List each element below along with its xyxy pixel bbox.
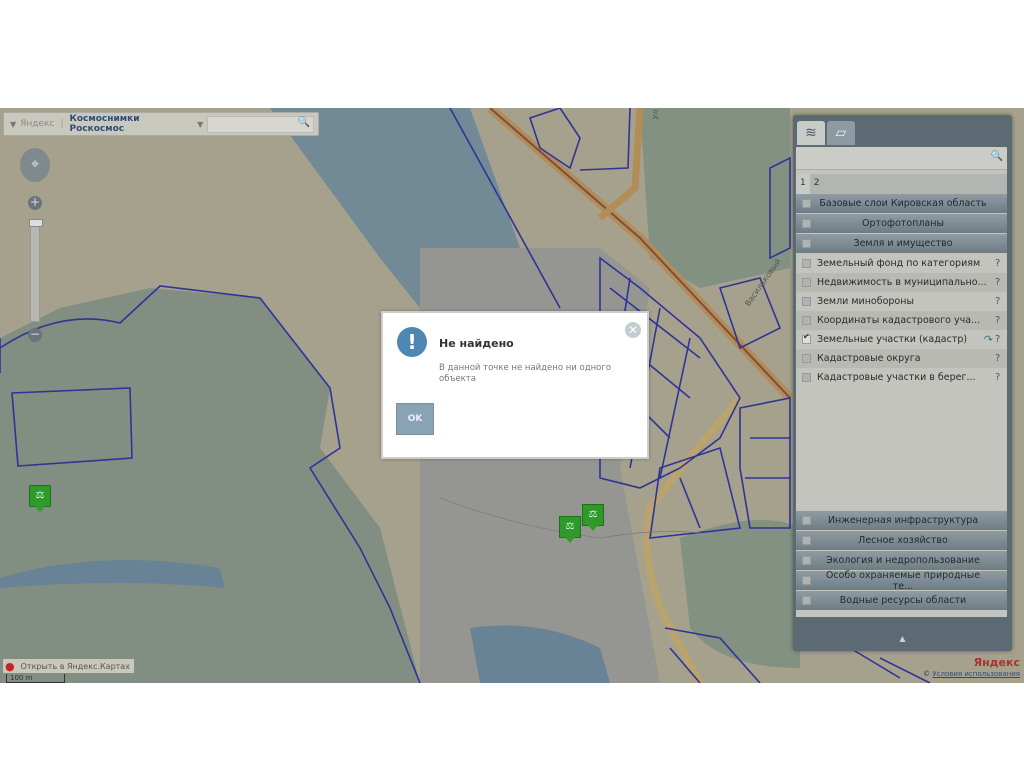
category-checkbox[interactable] bbox=[802, 576, 811, 585]
help-icon[interactable]: ? bbox=[995, 296, 1007, 307]
category-checkbox[interactable] bbox=[802, 516, 811, 525]
zoom-slider[interactable] bbox=[29, 219, 43, 322]
help-icon[interactable]: ? bbox=[995, 334, 1007, 345]
layer-category[interactable]: Экология и недропользование bbox=[796, 551, 1007, 570]
category-checkbox[interactable] bbox=[802, 536, 811, 545]
zoom-out-button[interactable]: − bbox=[28, 328, 42, 342]
map-marker-icon[interactable]: ⚖ bbox=[559, 516, 581, 543]
map-marker-icon[interactable]: ⚖ bbox=[29, 485, 51, 512]
category-label: Особо охраняемые природные те... bbox=[825, 569, 981, 592]
layer-item[interactable]: Земли минобороны? bbox=[796, 292, 1007, 311]
layer-label: Земли минобороны bbox=[817, 296, 914, 307]
layers-icon: ≋ bbox=[805, 125, 817, 141]
open-yandex-maps-label: Открыть в Яндекс.Картах bbox=[20, 661, 130, 671]
layers-tab[interactable]: ≋ bbox=[797, 121, 825, 145]
ok-button[interactable]: OK bbox=[396, 403, 434, 435]
search-icon[interactable]: 🔍 bbox=[991, 151, 1003, 162]
layer-checkbox[interactable] bbox=[802, 332, 811, 344]
dialog-message: В данной точке не найдено ни одного объе… bbox=[439, 363, 612, 384]
layer-item[interactable]: Земельные участки (кадастр) ↷? bbox=[796, 330, 1007, 349]
terms-link[interactable]: © Условия использования bbox=[923, 670, 1020, 678]
search-icon[interactable]: 🔍 bbox=[298, 117, 310, 128]
zoom-in-button[interactable]: + bbox=[28, 196, 42, 210]
category-checkbox[interactable] bbox=[802, 199, 811, 208]
layer-category[interactable]: Земля и имущество bbox=[796, 234, 1007, 253]
category-label: Экология и недропользование bbox=[826, 555, 980, 566]
layer-item[interactable]: Кадастровые округа? bbox=[796, 349, 1007, 368]
layer-category[interactable]: Ортофотопланы bbox=[796, 214, 1007, 233]
layer-label: Кадастровые округа bbox=[817, 353, 921, 364]
open-yandex-maps-link[interactable]: ● Открыть в Яндекс.Картах bbox=[3, 659, 134, 673]
help-icon[interactable]: ? bbox=[995, 277, 1007, 288]
layers-panel: ≋ ▱ 🔍 1 2 Базовые слои Кировская область… bbox=[793, 115, 1012, 651]
yandex-logo: Яндекс bbox=[973, 656, 1020, 669]
category-label: Инженерная инфраструктура bbox=[827, 515, 979, 526]
layer-label: Недвижимость в муниципально... bbox=[817, 277, 987, 288]
help-icon[interactable]: ? bbox=[995, 258, 1007, 269]
exclamation-icon: ! bbox=[397, 327, 427, 357]
category-checkbox[interactable] bbox=[802, 239, 811, 248]
layer-checkbox[interactable] bbox=[802, 259, 811, 268]
layer-item[interactable]: Кадастровые участки в берег...? bbox=[796, 368, 1007, 387]
layer-checkbox[interactable] bbox=[802, 316, 811, 325]
category-label: Базовые слои Кировская область bbox=[819, 198, 987, 209]
map-pin-icon: ● bbox=[5, 659, 15, 673]
category-checkbox[interactable] bbox=[802, 596, 811, 605]
category-label: Лесное хозяйство bbox=[858, 535, 948, 546]
layer-label: Координаты кадастрового уча... bbox=[817, 315, 981, 326]
layer-search-input[interactable]: 🔍 bbox=[796, 147, 1007, 170]
scale-bar: 100 m bbox=[6, 674, 65, 683]
layer-checkbox[interactable] bbox=[802, 373, 811, 382]
not-found-dialog: ! Не найдено В данной точке не найдено н… bbox=[381, 311, 649, 459]
layer-dropdown-icon[interactable]: ▼ bbox=[197, 120, 203, 129]
layer-label: Земельный фонд по категориям bbox=[817, 258, 981, 269]
layer-category[interactable]: Особо охраняемые природные те... bbox=[796, 569, 1007, 592]
close-icon[interactable]: ✕ bbox=[625, 322, 641, 338]
divider: | bbox=[60, 119, 64, 129]
category-label: Водные ресурсы области bbox=[839, 595, 967, 606]
layer-checkbox[interactable] bbox=[802, 354, 811, 363]
page-tab-1[interactable]: 1 bbox=[796, 174, 810, 194]
map-search-input[interactable]: 🔍 bbox=[207, 115, 314, 133]
map-marker-icon[interactable]: ⚖ bbox=[582, 504, 604, 531]
layer-item[interactable]: Земельный фонд по категориям? bbox=[796, 254, 1007, 273]
layer-item[interactable]: Координаты кадастрового уча...? bbox=[796, 311, 1007, 330]
layer-settings-icon[interactable]: ↷ bbox=[984, 333, 993, 346]
map-label-street: ул bbox=[649, 108, 661, 121]
help-icon[interactable]: ? bbox=[995, 315, 1007, 326]
layer-checkbox[interactable] bbox=[802, 278, 811, 287]
layer-item[interactable]: Недвижимость в муниципально...? bbox=[796, 273, 1007, 292]
category-checkbox[interactable] bbox=[802, 219, 811, 228]
collapse-panel-button[interactable]: ▲ bbox=[793, 634, 1012, 643]
category-label: Ортофотопланы bbox=[862, 218, 944, 229]
help-icon[interactable]: ? bbox=[995, 353, 1007, 364]
category-checkbox[interactable] bbox=[802, 556, 811, 565]
layer-category[interactable]: Инженерная инфраструктура bbox=[796, 511, 1007, 530]
category-label: Земля и имущество bbox=[853, 238, 953, 249]
layer-selector[interactable]: Космоснимки Роскосмос bbox=[70, 114, 192, 134]
dropdown-arrow-icon[interactable]: ▼ bbox=[10, 120, 16, 129]
terms-label[interactable]: Условия использования bbox=[932, 670, 1020, 678]
layer-category[interactable]: Лесное хозяйство bbox=[796, 531, 1007, 550]
pan-control[interactable]: ✥ bbox=[20, 148, 50, 182]
layer-label: Кадастровые участки в берег... bbox=[817, 372, 976, 383]
layer-label: Земельные участки (кадастр) bbox=[817, 334, 968, 345]
zoom-slider-thumb[interactable] bbox=[29, 219, 43, 227]
layer-category[interactable]: Водные ресурсы области bbox=[796, 591, 1007, 610]
document-icon: ▱ bbox=[835, 125, 847, 141]
help-icon[interactable]: ? bbox=[995, 372, 1007, 383]
layer-category[interactable]: Базовые слои Кировская область bbox=[796, 194, 1007, 213]
legend-tab[interactable]: ▱ bbox=[827, 121, 855, 145]
dialog-title: Не найдено bbox=[439, 337, 514, 350]
page-tab-2[interactable]: 2 bbox=[810, 174, 824, 194]
provider-selector[interactable]: Яндекс bbox=[20, 119, 54, 129]
map-layer-bar: ▼ Яндекс | Космоснимки Роскосмос ▼ 🔍 bbox=[3, 112, 319, 136]
layer-checkbox[interactable] bbox=[802, 297, 811, 306]
